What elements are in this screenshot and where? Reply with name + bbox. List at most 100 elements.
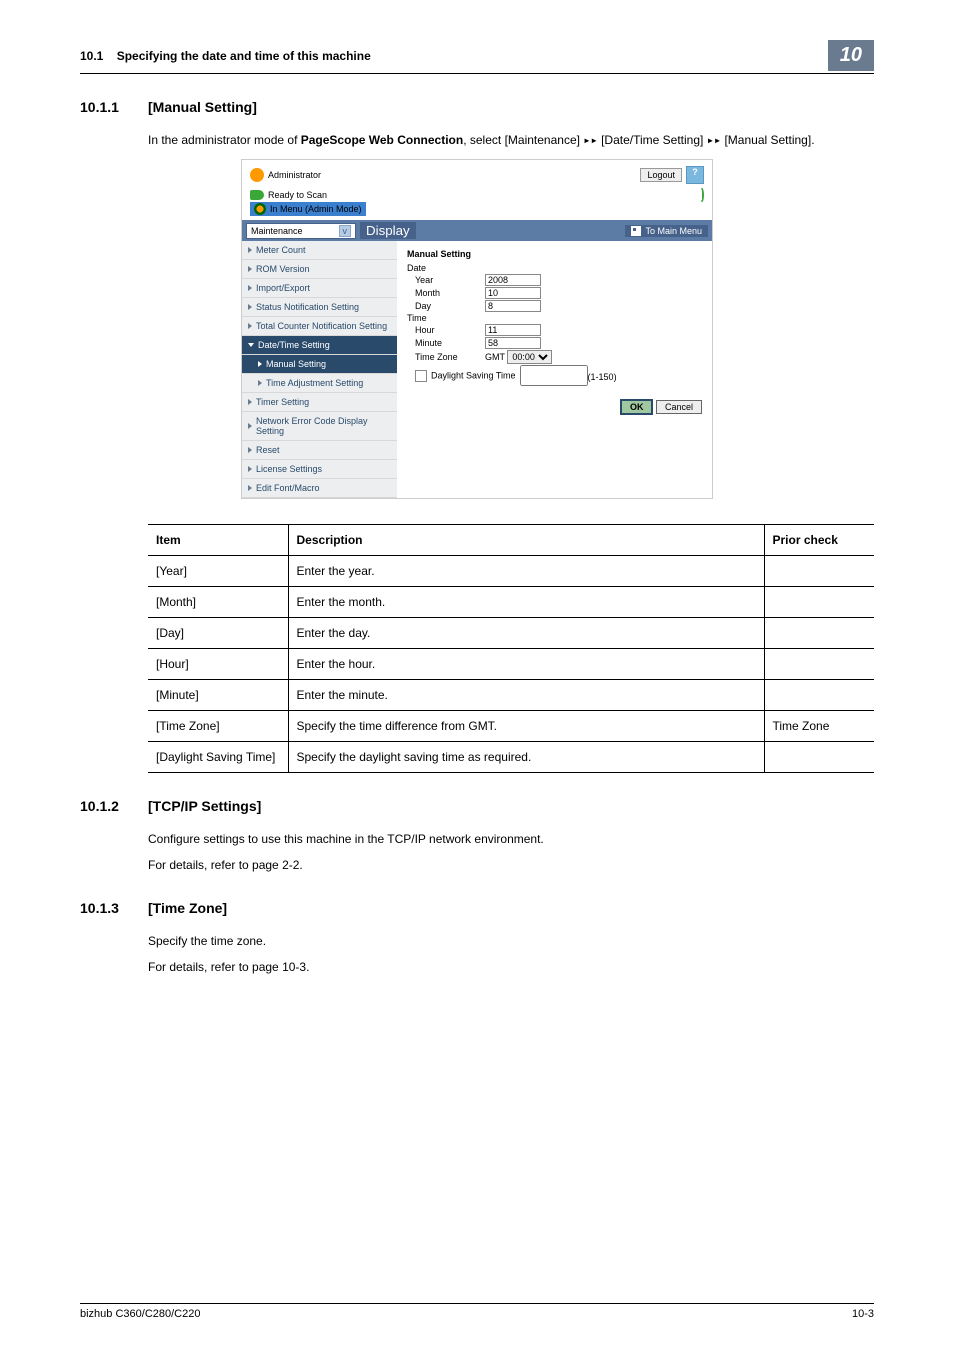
tri-icon (248, 247, 252, 253)
sidebar-item-time-adjustment[interactable]: Time Adjustment Setting (242, 374, 397, 393)
embedded-screenshot: Administrator Logout ? Ready to Scan In … (241, 159, 713, 499)
section-body-3: Specify the time zone. For details, refe… (148, 932, 874, 976)
admin-icon (250, 168, 264, 182)
paragraph: Specify the time zone. (148, 932, 874, 950)
tri-icon (248, 304, 252, 310)
sidebar-item-total-counter[interactable]: Total Counter Notification Setting (242, 317, 397, 336)
month-label: Month (407, 288, 485, 298)
table-row: [Hour]Enter the hour. (148, 649, 874, 680)
status-ready: Ready to Scan (268, 190, 327, 200)
sidebar-item-import-export[interactable]: Import/Export (242, 279, 397, 298)
to-main-menu-button[interactable]: To Main Menu (625, 225, 708, 237)
help-button[interactable]: ? (686, 166, 704, 184)
month-input[interactable] (485, 287, 541, 299)
tri-icon (248, 466, 252, 472)
tri-icon (248, 423, 252, 429)
table-row: [Minute]Enter the minute. (148, 680, 874, 711)
page-footer: bizhub C360/C280/C220 10-3 (80, 1303, 874, 1320)
section-number: 10.1.3 (80, 900, 130, 916)
paragraph: Configure settings to use this machine i… (148, 830, 874, 848)
dst-range: (1-150) (588, 372, 617, 382)
tz-prefix: GMT (485, 352, 505, 362)
table-row: [Month]Enter the month. (148, 587, 874, 618)
hour-input[interactable] (485, 324, 541, 336)
sidebar-item-date-time[interactable]: Date/Time Setting (242, 336, 397, 355)
section-number: 10.1.1 (80, 99, 130, 115)
refresh-icon[interactable] (700, 188, 704, 202)
table-body: [Year]Enter the year. [Month]Enter the m… (148, 556, 874, 773)
ready-icon (250, 190, 264, 200)
logout-button[interactable]: Logout (640, 168, 682, 182)
category-dropdown[interactable]: Maintenance v (246, 223, 356, 239)
chevron-down-icon: v (339, 225, 352, 237)
tri-down-icon (248, 343, 254, 347)
day-input[interactable] (485, 300, 541, 312)
footer-page: 10-3 (852, 1308, 874, 1320)
tri-icon (248, 399, 252, 405)
header-left: 10.1 Specifying the date and time of thi… (80, 49, 371, 63)
th-item: Item (148, 525, 288, 556)
sidebar-item-reset[interactable]: Reset (242, 441, 397, 460)
sidebar-item-timer-setting[interactable]: Timer Setting (242, 393, 397, 412)
year-label: Year (407, 275, 485, 285)
chapter-badge: 10 (828, 40, 874, 71)
role-label: Administrator (268, 170, 321, 180)
status-menu: In Menu (Admin Mode) (270, 204, 362, 214)
content-panel: Manual Setting Date Year Month Day Time … (397, 241, 712, 498)
product-name: PageScope Web Connection (301, 133, 463, 147)
main-menu-label: To Main Menu (645, 226, 702, 236)
tri-icon (248, 323, 252, 329)
main-menu-icon (631, 226, 641, 236)
year-input[interactable] (485, 274, 541, 286)
sidebar-item-meter-count[interactable]: Meter Count (242, 241, 397, 260)
paragraph: For details, refer to page 2-2. (148, 856, 874, 874)
minute-label: Minute (407, 338, 485, 348)
running-header: 10.1 Specifying the date and time of thi… (80, 40, 874, 74)
tz-select[interactable]: 00:00 (507, 350, 552, 364)
table-row: [Time Zone]Specify the time difference f… (148, 711, 874, 742)
section-heading-2: 10.1.2 [TCP/IP Settings] (80, 798, 874, 822)
tz-label: Time Zone (407, 352, 485, 362)
form-title: Manual Setting (407, 249, 702, 259)
sidebar-item-status-notification[interactable]: Status Notification Setting (242, 298, 397, 317)
cancel-button[interactable]: Cancel (656, 400, 702, 414)
sidebar-item-license[interactable]: License Settings (242, 460, 397, 479)
tri-icon (248, 447, 252, 453)
table-row: [Daylight Saving Time]Specify the daylig… (148, 742, 874, 773)
dst-value-input[interactable] (520, 365, 588, 386)
section-number: 10.1.2 (80, 798, 130, 814)
table-row: [Day]Enter the day. (148, 618, 874, 649)
dropdown-value: Maintenance (251, 226, 303, 236)
footer-model: bizhub C360/C280/C220 (80, 1308, 200, 1320)
section-heading-3: 10.1.3 [Time Zone] (80, 900, 874, 924)
section-heading-1: 10.1.1 [Manual Setting] (80, 99, 874, 123)
paragraph: For details, refer to page 10-3. (148, 958, 874, 976)
sidebar-item-manual-setting[interactable]: Manual Setting (242, 355, 397, 374)
sidebar-item-network-error[interactable]: Network Error Code Display Setting (242, 412, 397, 441)
dst-checkbox[interactable] (415, 370, 427, 382)
th-prior: Prior check (764, 525, 874, 556)
hour-label: Hour (407, 325, 485, 335)
description-table-block: Item Description Prior check [Year]Enter… (148, 524, 874, 773)
day-label: Day (407, 301, 485, 311)
tri-icon (248, 266, 252, 272)
minute-input[interactable] (485, 337, 541, 349)
tri-icon (258, 361, 262, 367)
dst-label: Daylight Saving Time (431, 370, 516, 380)
menu-icon (254, 203, 266, 215)
header-section-number: 10.1 (80, 49, 103, 63)
sidebar: Meter Count ROM Version Import/Export St… (242, 241, 397, 498)
table-row: [Year]Enter the year. (148, 556, 874, 587)
sidebar-item-edit-font[interactable]: Edit Font/Macro (242, 479, 397, 498)
time-group-label: Time (407, 313, 477, 323)
section-title: [Manual Setting] (148, 99, 257, 115)
tri-icon (248, 285, 252, 291)
th-desc: Description (288, 525, 764, 556)
header-section-title: Specifying the date and time of this mac… (117, 49, 371, 63)
sidebar-item-rom-version[interactable]: ROM Version (242, 260, 397, 279)
date-group-label: Date (407, 263, 477, 273)
section-title: [TCP/IP Settings] (148, 798, 261, 814)
section-body-2: Configure settings to use this machine i… (148, 830, 874, 874)
display-button[interactable]: Display (360, 222, 416, 239)
ok-button[interactable]: OK (620, 399, 654, 415)
